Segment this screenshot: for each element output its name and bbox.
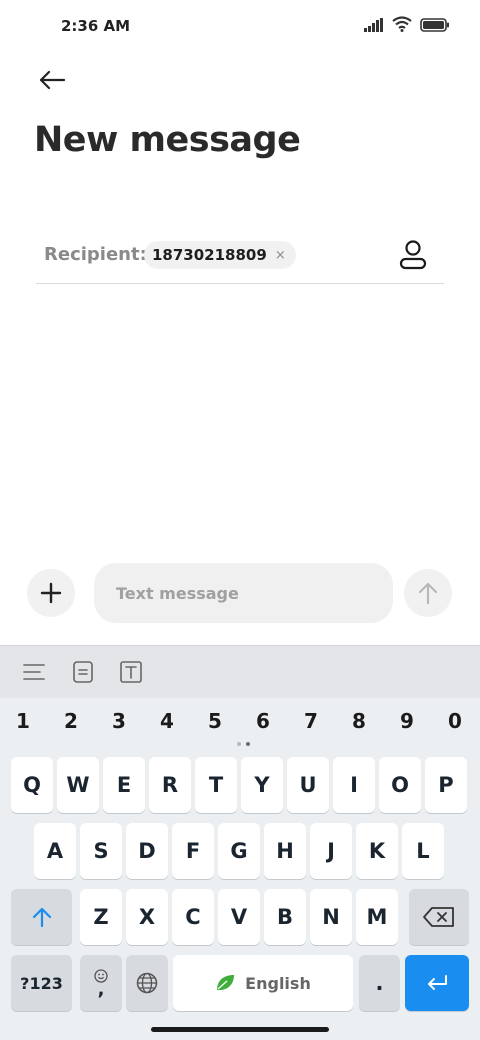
key-g[interactable]: G (218, 823, 260, 879)
key-q[interactable]: Q (11, 757, 53, 813)
key-9[interactable]: 9 (387, 705, 427, 737)
status-bar: 2:36 AM (0, 0, 480, 54)
key-p[interactable]: P (425, 757, 467, 813)
key-t[interactable]: T (195, 757, 237, 813)
enter-key[interactable] (405, 955, 469, 1011)
arrow-up-icon (418, 582, 438, 605)
key-o[interactable]: O (379, 757, 421, 813)
key-1[interactable]: 1 (3, 705, 43, 737)
key-2[interactable]: 2 (51, 705, 91, 737)
person-icon (399, 240, 427, 270)
backspace-key[interactable] (409, 889, 469, 945)
signal-icon (364, 17, 384, 36)
clipboard-icon (73, 661, 93, 683)
key-w[interactable]: W (57, 757, 99, 813)
key-3[interactable]: 3 (99, 705, 139, 737)
page-title: New message (34, 120, 301, 160)
key-r[interactable]: R (149, 757, 191, 813)
number-row: 1 2 3 4 5 6 7 8 9 0 (0, 705, 480, 737)
key-8[interactable]: 8 (339, 705, 379, 737)
key-i[interactable]: I (333, 757, 375, 813)
menu-tool-button[interactable] (22, 660, 46, 684)
comma-label: , (97, 979, 105, 1000)
shift-key[interactable] (11, 889, 72, 945)
recipient-field[interactable]: Recipient: 18730218809 × (36, 228, 444, 284)
status-icons (364, 16, 450, 36)
key-e[interactable]: E (103, 757, 145, 813)
space-label: English (245, 973, 311, 993)
key-x[interactable]: X (126, 889, 168, 945)
language-key[interactable] (126, 955, 168, 1011)
text-tool-button[interactable] (119, 660, 143, 684)
key-4[interactable]: 4 (147, 705, 187, 737)
key-6[interactable]: 6 (243, 705, 283, 737)
key-s[interactable]: S (80, 823, 122, 879)
shift-arrow-icon (32, 907, 51, 928)
key-u[interactable]: U (287, 757, 329, 813)
symbols-key[interactable]: ?123 (11, 955, 72, 1011)
page-dot-active (246, 742, 250, 746)
add-attachment-button[interactable] (27, 569, 75, 617)
key-v[interactable]: V (218, 889, 260, 945)
key-j[interactable]: J (310, 823, 352, 879)
recipient-number: 18730218809 (152, 246, 267, 264)
enter-arrow-icon (428, 975, 447, 990)
plus-icon (40, 582, 62, 604)
keyboard: 1 2 3 4 5 6 7 8 9 0 Q W E R T Y U I O P … (0, 645, 480, 1040)
back-button[interactable] (30, 60, 74, 100)
key-h[interactable]: H (264, 823, 306, 879)
key-l[interactable]: L (402, 823, 444, 879)
page-dot (237, 742, 241, 746)
contacts-button[interactable] (398, 238, 428, 272)
battery-icon (420, 17, 450, 36)
leaf-icon (217, 975, 235, 991)
key-b[interactable]: B (264, 889, 306, 945)
period-key[interactable]: . (359, 955, 400, 1011)
key-y[interactable]: Y (241, 757, 283, 813)
recipient-chip[interactable]: 18730218809 × (144, 241, 296, 269)
backspace-icon (423, 907, 454, 927)
emoji-comma-key[interactable]: , (80, 955, 122, 1011)
key-a[interactable]: A (34, 823, 76, 879)
key-m[interactable]: M (356, 889, 398, 945)
keyboard-page-indicator (237, 742, 250, 746)
clipboard-tool-button[interactable] (71, 660, 95, 684)
key-f[interactable]: F (172, 823, 214, 879)
globe-icon (136, 972, 158, 994)
lines-icon (23, 664, 45, 680)
remove-recipient-icon[interactable]: × (275, 248, 286, 263)
key-k[interactable]: K (356, 823, 398, 879)
recipient-label: Recipient: (44, 244, 147, 265)
message-input[interactable] (94, 563, 393, 623)
key-5[interactable]: 5 (195, 705, 235, 737)
keyboard-toolbar (0, 645, 480, 698)
arrow-left-icon (39, 70, 66, 90)
status-time: 2:36 AM (61, 17, 131, 35)
wifi-icon (392, 16, 412, 36)
space-key[interactable]: English (173, 955, 353, 1011)
key-0[interactable]: 0 (435, 705, 475, 737)
key-n[interactable]: N (310, 889, 352, 945)
text-format-icon (120, 661, 142, 683)
key-7[interactable]: 7 (291, 705, 331, 737)
key-z[interactable]: Z (80, 889, 122, 945)
key-c[interactable]: C (172, 889, 214, 945)
key-d[interactable]: D (126, 823, 168, 879)
send-button[interactable] (404, 569, 452, 617)
home-indicator[interactable] (151, 1027, 329, 1032)
